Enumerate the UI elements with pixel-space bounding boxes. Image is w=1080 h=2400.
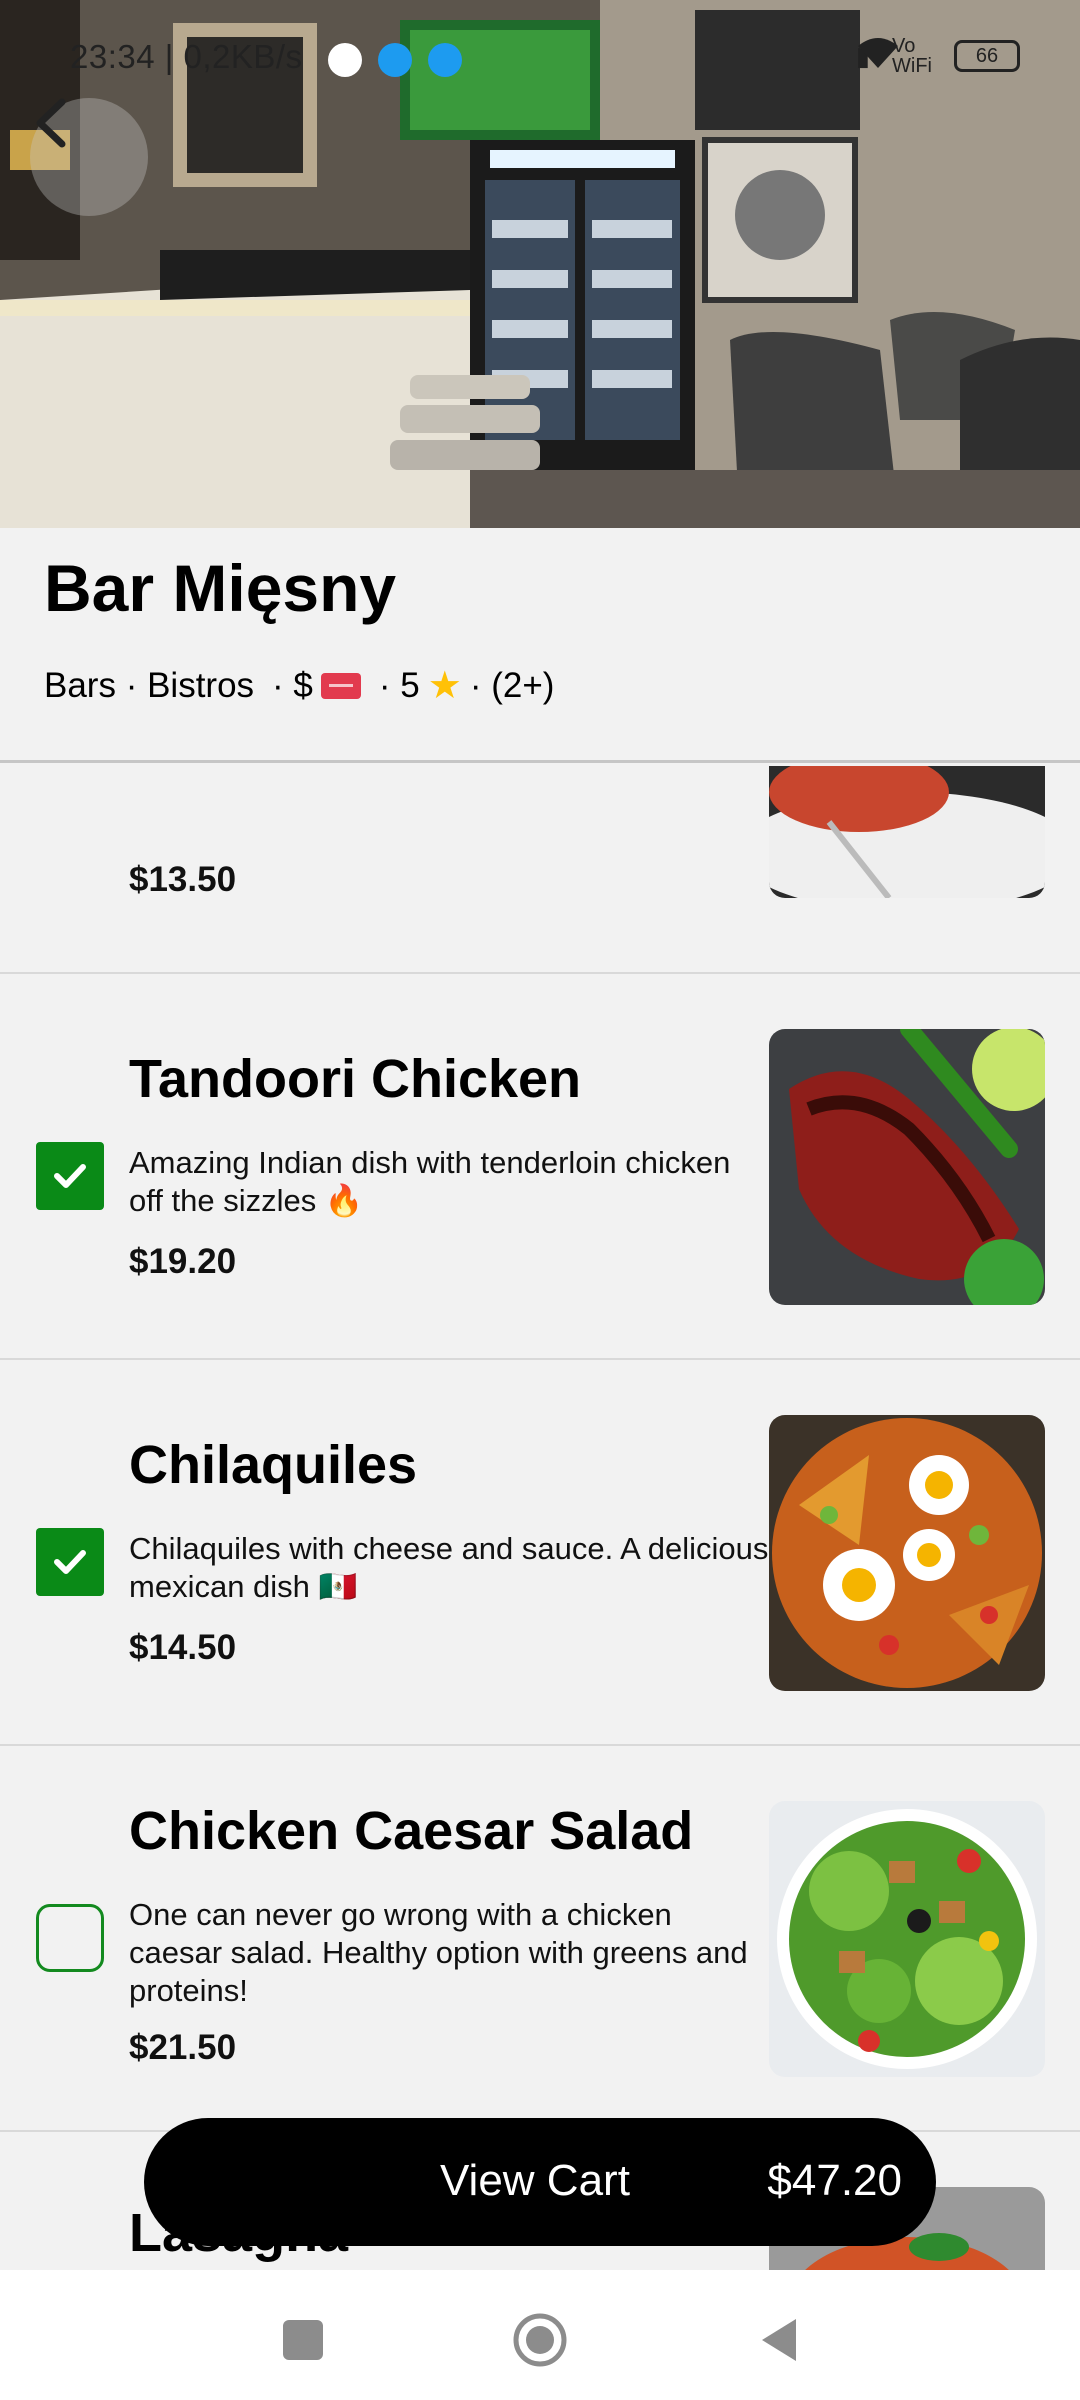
menu-item-name: Chilaquiles bbox=[129, 1435, 418, 1495]
menu-item-name: Tandoori Chicken bbox=[129, 1049, 582, 1109]
view-cart-button[interactable]: View Cart $47.20 bbox=[144, 2118, 936, 2246]
checkmark-icon bbox=[54, 1164, 86, 1188]
home-button[interactable] bbox=[510, 2310, 570, 2370]
price-level: · $ bbox=[272, 665, 313, 705]
menu-item-photo bbox=[769, 1415, 1045, 1691]
status-bar: 23:34 | 0,2KB/s ▮ Vo WiFi 66 bbox=[0, 0, 1080, 118]
menu-item-description: Amazing Indian dish with tenderloin chic… bbox=[129, 1145, 731, 1218]
wifi-icon bbox=[857, 38, 898, 68]
menu-item-price: $14.50 bbox=[129, 1628, 237, 1667]
item-checkbox[interactable] bbox=[36, 1142, 104, 1210]
menu-item[interactable]: Chicken Caesar Salad One can never go wr… bbox=[0, 1746, 1080, 2132]
restaurant-meta: Bars · Bistros · $ · 5 ★ · (2+) bbox=[44, 663, 554, 708]
restaurant-header: Bar Mięsny Bars · Bistros · $ · 5 ★ · (2… bbox=[0, 528, 1080, 763]
item-checkbox[interactable] bbox=[36, 1904, 104, 1972]
view-cart-label: View Cart bbox=[440, 2156, 630, 2205]
menu-item-description: One can never go wrong with a chicken ca… bbox=[129, 1897, 748, 2008]
battery-icon: 66 bbox=[954, 40, 1020, 72]
restaurant-hero-photo: 23:34 | 0,2KB/s ▮ Vo WiFi 66 bbox=[0, 0, 1080, 528]
rating-value: · 5 bbox=[378, 665, 420, 705]
menu-item-photo bbox=[769, 766, 1045, 898]
menu-item-price: $19.20 bbox=[129, 1242, 237, 1281]
system-navigation-bar bbox=[0, 2270, 1080, 2400]
star-icon: ★ bbox=[427, 665, 462, 707]
menu-item-description: Chilaquiles with cheese and sauce. A del… bbox=[129, 1531, 769, 1604]
twitter-icon bbox=[378, 43, 412, 77]
restaurant-name: Bar Mięsny bbox=[44, 551, 397, 625]
menu-item-price: $21.50 bbox=[129, 2028, 237, 2067]
recent-apps-button[interactable] bbox=[273, 2310, 333, 2370]
status-time: 23:34 | 0,2KB/s bbox=[70, 38, 303, 75]
circle-icon bbox=[513, 2313, 567, 2367]
menu-list: $13.50 Tandoori Chicken Amazing Indian d… bbox=[0, 766, 1080, 2270]
menu-item-name: Chicken Caesar Salad bbox=[129, 1801, 694, 1861]
chevron-left-icon bbox=[36, 98, 66, 148]
triangle-left-icon bbox=[762, 2319, 796, 2361]
menu-item-photo bbox=[769, 1029, 1045, 1305]
checkmark-icon bbox=[54, 1550, 86, 1574]
notification-app-icon bbox=[328, 43, 362, 77]
battery-level: 66 bbox=[975, 44, 999, 67]
menu-item[interactable]: Chilaquiles Chilaquiles with cheese and … bbox=[0, 1360, 1080, 1746]
back-button[interactable] bbox=[30, 98, 148, 216]
menu-item-photo bbox=[769, 1801, 1045, 2077]
item-checkbox[interactable] bbox=[36, 1528, 104, 1596]
menu-item-price: $13.50 bbox=[129, 860, 237, 899]
cart-total: $47.20 bbox=[767, 2156, 902, 2205]
menu-item[interactable]: Tandoori Chicken Amazing Indian dish wit… bbox=[0, 974, 1080, 1360]
restaurant-category: Bars · Bistros bbox=[44, 665, 255, 705]
system-back-button[interactable] bbox=[748, 2310, 808, 2370]
twitter-icon bbox=[428, 43, 462, 77]
review-count: · (2+) bbox=[469, 665, 555, 705]
square-icon bbox=[283, 2320, 323, 2360]
ticket-icon bbox=[320, 672, 361, 699]
menu-item[interactable]: $13.50 bbox=[0, 766, 1080, 974]
